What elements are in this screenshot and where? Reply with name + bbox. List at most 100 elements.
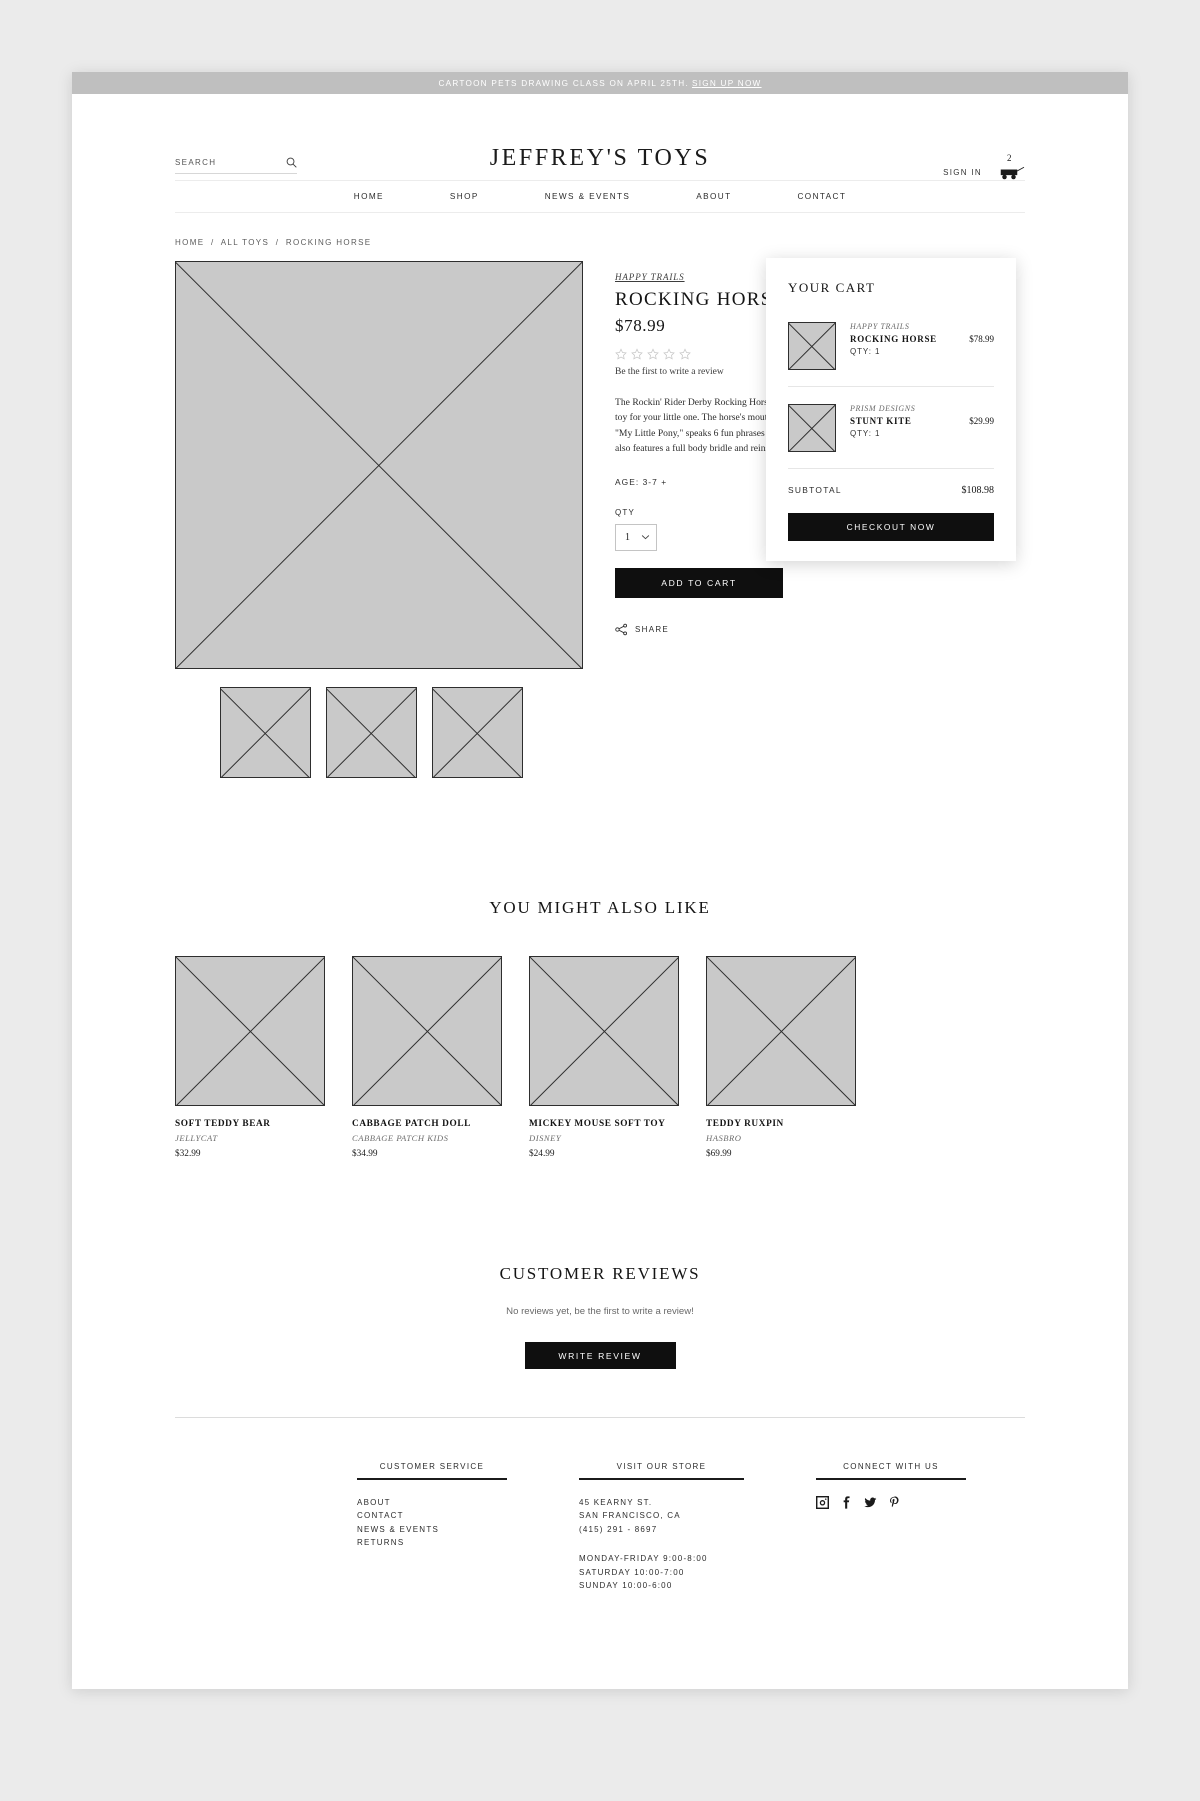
footer-heading-rule — [816, 1478, 966, 1480]
related-product-name: TEDDY RUXPIN — [706, 1119, 784, 1129]
related-product-image[interactable] — [529, 956, 679, 1106]
related-product-brand: DISNEY — [529, 1133, 562, 1143]
share-icon[interactable] — [615, 623, 628, 636]
nav-item-shop[interactable]: SHOP — [450, 192, 479, 201]
store-hours-weekday: MONDAY-FRIDAY 9:00-8:00 — [579, 1554, 708, 1564]
cart-button[interactable]: 2 — [999, 153, 1025, 180]
add-to-cart-button[interactable]: ADD TO CART — [615, 567, 783, 598]
checkout-now-button[interactable]: CHECKOUT NOW — [788, 513, 994, 541]
product-thumbnail[interactable] — [220, 687, 311, 778]
breadcrumb-item-home[interactable]: HOME — [175, 238, 204, 247]
site-footer: CUSTOMER SERVICE ABOUT CONTACT NEWS & EV… — [175, 1462, 1025, 1689]
star-icon[interactable] — [647, 348, 659, 360]
cart-item-thumbnail[interactable] — [788, 404, 836, 452]
write-review-button[interactable]: WRITE REVIEW — [524, 1342, 676, 1369]
nav-item-contact[interactable]: CONTACT — [797, 192, 846, 201]
footer-heading-store: VISIT OUR STORE — [616, 1462, 707, 1471]
cart-subtotal-value: $108.98 — [961, 485, 995, 496]
cart-line-item[interactable]: PRISM DESIGNS STUNT KITE $29.99 QTY: 1 — [788, 386, 994, 468]
twitter-link[interactable] — [864, 1496, 877, 1509]
share-control[interactable]: SHARE — [615, 623, 915, 636]
pinterest-icon — [890, 1496, 899, 1508]
cart-count-badge: 2 — [1007, 153, 1012, 163]
customer-reviews-section: CUSTOMER REVIEWS No reviews yet, be the … — [175, 1264, 1025, 1369]
related-product-price: $24.99 — [529, 1149, 555, 1159]
site-header: JEFFREY'S TOYS SIGN IN 2 — [72, 94, 1128, 180]
store-address-line1: 45 KEARNY ST. — [579, 1498, 653, 1507]
related-products-grid: SOFT TEDDY BEAR JELLYCAT $32.99 CABBAGE … — [175, 956, 1025, 1159]
related-product-card[interactable]: MICKEY MOUSE SOFT TOY DISNEY $24.99 — [529, 956, 679, 1159]
reviews-empty-message: No reviews yet, be the first to write a … — [506, 1306, 694, 1317]
product-hero-image[interactable] — [175, 261, 583, 669]
footer-heading-rule — [579, 1478, 744, 1480]
cart-item-thumbnail[interactable] — [788, 322, 836, 370]
footer-link-about[interactable]: ABOUT — [357, 1496, 507, 1509]
related-product-card[interactable]: CABBAGE PATCH DOLL CABBAGE PATCH KIDS $3… — [352, 956, 502, 1159]
site-sheet: CARTOON PETS DRAWING CLASS ON APRIL 25TH… — [72, 72, 1128, 1689]
product-thumbnail-row — [220, 687, 583, 778]
related-product-brand: HASBRO — [706, 1133, 742, 1143]
account-area: SIGN IN 2 — [943, 153, 1025, 180]
announcement-text: CARTOON PETS DRAWING CLASS ON APRIL 25TH… — [438, 78, 689, 88]
quantity-select[interactable]: 1 — [615, 523, 657, 551]
instagram-link[interactable] — [816, 1496, 829, 1509]
footer-column-customer-service: CUSTOMER SERVICE ABOUT CONTACT NEWS & EV… — [357, 1462, 507, 1593]
page-background: CARTOON PETS DRAWING CLASS ON APRIL 25TH… — [0, 0, 1200, 1801]
cart-item-meta: HAPPY TRAILS ROCKING HORSE $78.99 QTY: 1 — [850, 322, 994, 356]
cart-item-price: $78.99 — [969, 334, 994, 344]
footer-column-store: VISIT OUR STORE 45 KEARNY ST. SAN FRANCI… — [579, 1462, 744, 1593]
product-thumbnail[interactable] — [326, 687, 417, 778]
star-icon[interactable] — [679, 348, 691, 360]
star-icon[interactable] — [663, 348, 675, 360]
cart-item-name: STUNT KITE — [850, 416, 912, 426]
footer-heading-customer-service: CUSTOMER SERVICE — [379, 1462, 485, 1471]
product-brand-link[interactable]: HAPPY TRAILS — [615, 272, 685, 282]
star-icon[interactable] — [615, 348, 627, 360]
cart-item-qty: QTY: 1 — [850, 347, 881, 356]
footer-heading-rule — [357, 1478, 507, 1480]
related-product-card[interactable]: TEDDY RUXPIN HASBRO $69.99 — [706, 956, 856, 1159]
breadcrumb-item-all-toys[interactable]: ALL TOYS — [221, 238, 269, 247]
footer-link-returns[interactable]: RETURNS — [357, 1536, 507, 1549]
cart-subtotal-label: SUBTOTAL — [788, 485, 842, 495]
related-product-name: CABBAGE PATCH DOLL — [352, 1119, 471, 1129]
related-products-section: YOU MIGHT ALSO LIKE SOFT TEDDY BEAR JELL… — [175, 898, 1025, 1159]
related-products-title: YOU MIGHT ALSO LIKE — [489, 898, 711, 917]
nav-item-about[interactable]: ABOUT — [696, 192, 731, 201]
footer-link-news-events[interactable]: NEWS & EVENTS — [357, 1523, 507, 1536]
related-product-brand: JELLYCAT — [175, 1133, 218, 1143]
star-icon[interactable] — [631, 348, 643, 360]
related-product-name: SOFT TEDDY BEAR — [175, 1119, 271, 1129]
sign-in-link[interactable]: SIGN IN — [943, 168, 982, 180]
share-label: SHARE — [635, 624, 670, 634]
related-product-name: MICKEY MOUSE SOFT TOY — [529, 1119, 666, 1129]
social-links-row — [816, 1496, 966, 1509]
related-product-image[interactable] — [175, 956, 325, 1106]
breadcrumb: HOME / ALL TOYS / ROCKING HORSE — [175, 238, 1025, 247]
announcement-signup-link[interactable]: SIGN UP NOW — [692, 79, 762, 88]
twitter-icon — [864, 1497, 877, 1508]
footer-link-contact[interactable]: CONTACT — [357, 1509, 507, 1522]
related-product-card[interactable]: SOFT TEDDY BEAR JELLYCAT $32.99 — [175, 956, 325, 1159]
related-product-image[interactable] — [352, 956, 502, 1106]
related-product-price: $34.99 — [352, 1149, 378, 1159]
facebook-link[interactable] — [840, 1496, 853, 1509]
cart-item-brand: PRISM DESIGNS — [850, 404, 916, 413]
cart-flyout-panel: YOUR CART HAPPY TRAILS ROCKING HORSE $78… — [766, 258, 1016, 561]
store-phone: (415) 291 - 8697 — [579, 1524, 658, 1534]
cart-item-qty: QTY: 1 — [850, 429, 881, 438]
related-product-price: $32.99 — [175, 1149, 201, 1159]
product-gallery — [175, 261, 583, 778]
related-product-image[interactable] — [706, 956, 856, 1106]
cart-item-meta: PRISM DESIGNS STUNT KITE $29.99 QTY: 1 — [850, 404, 994, 438]
nav-item-news-events[interactable]: NEWS & EVENTS — [545, 192, 631, 201]
cart-item-name: ROCKING HORSE — [850, 334, 937, 344]
facebook-icon — [843, 1496, 850, 1509]
product-thumbnail[interactable] — [432, 687, 523, 778]
cart-line-item[interactable]: HAPPY TRAILS ROCKING HORSE $78.99 QTY: 1 — [788, 315, 994, 386]
breadcrumb-item-current: ROCKING HORSE — [285, 238, 372, 247]
pinterest-link[interactable] — [888, 1496, 901, 1509]
footer-heading-connect: CONNECT WITH US — [843, 1462, 939, 1471]
quantity-value: 1 — [625, 531, 630, 543]
nav-item-home[interactable]: HOME — [354, 192, 384, 201]
